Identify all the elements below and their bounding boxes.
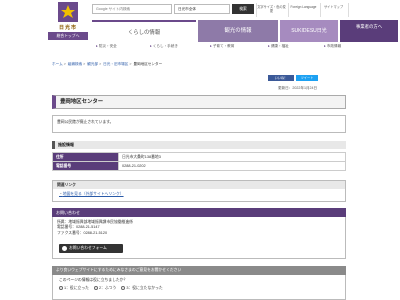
text-size-color-link[interactable]: 文字サイズ・色の変更: [256, 3, 286, 17]
sub-nav-procedures[interactable]: くらし・手続き: [150, 44, 178, 49]
sub-nav-policy[interactable]: 市政情報: [324, 44, 341, 49]
facility-heading: 施設情報: [52, 141, 346, 149]
notice-box: 豊岡公民館が廃止されています。: [52, 115, 346, 133]
breadcrumb-separator: >: [83, 62, 86, 66]
related-links: 関連リンク 地図を見る（外部サイトへリンク）: [52, 180, 346, 202]
sub-nav: 防災・安全 くらし・手続き 子育て・教育 健康・福祉 市政情報: [92, 42, 400, 52]
breadcrumb-org-search[interactable]: 組織検索: [68, 62, 82, 66]
utility-link-4[interactable]: [348, 3, 378, 17]
search-input[interactable]: [92, 4, 172, 14]
table-row: 電話番号 0288-21-0202: [52, 161, 346, 171]
breadcrumb-separator: >: [63, 62, 66, 66]
site-header: 日光市 総合トップへ 日光市全体 検索 文字サイズ・色の変更 Foreign L…: [0, 0, 400, 56]
option-label: 1：役に立った: [64, 286, 89, 290]
facility-table: 住所 日光市大桑町138番地3 電話番号 0288-21-0202: [52, 152, 346, 171]
breadcrumb-separator: >: [99, 62, 102, 66]
radio-icon[interactable]: [121, 286, 126, 290]
contact-heading: お問い合わせ: [52, 208, 346, 217]
survey-option-normal[interactable]: 2：ふつう: [93, 286, 117, 290]
contact-fax: ファクス番号：0288-21-5120: [57, 230, 108, 235]
updated-date: 更新日：2022年1月24日: [278, 86, 318, 90]
related-links-heading: 関連リンク: [53, 181, 345, 189]
sub-nav-education[interactable]: 子育て・教育: [210, 44, 235, 49]
survey-option-useful[interactable]: 1：役に立った: [59, 286, 89, 290]
search-button[interactable]: 検索: [232, 4, 254, 14]
home-link[interactable]: 総合トップへ: [48, 32, 88, 40]
nav-tourism[interactable]: 観光の情報: [198, 20, 278, 42]
phone-label: 電話番号: [52, 161, 119, 171]
nav-sukidesu[interactable]: SUKIDESU日光: [280, 20, 338, 42]
option-label: 3：役に立たなかった: [126, 286, 163, 290]
search-bar: 日光市全体 検索 文字サイズ・色の変更 Foreign Language サイト…: [92, 3, 400, 17]
city-name: 日光市: [58, 25, 77, 31]
address-value: 日光市大桑町138番地3: [118, 152, 346, 162]
search-scope-select[interactable]: 日光市全体: [174, 4, 230, 14]
phone-value: 0288-21-0202: [118, 161, 346, 171]
site-logo[interactable]: 日光市 総合トップへ: [48, 2, 88, 42]
sub-nav-safety[interactable]: 防災・安全: [96, 44, 117, 49]
breadcrumb-tourism-dept[interactable]: 観光部: [87, 62, 98, 66]
survey-box: このページの情報は役に立ちましたか？ 1：役に立った 2：ふつう 3：役に立たな…: [52, 275, 346, 300]
nav-business[interactable]: 事業者の方へ: [340, 20, 398, 42]
sub-nav-welfare[interactable]: 健康・福祉: [268, 44, 289, 49]
breadcrumb-current: 豊岡地区センター: [133, 62, 163, 66]
page-title: 豊岡地区センター: [52, 95, 346, 109]
survey-heading: より良いウェブサイトにするためにみなさまのご意見をお聞かせください: [52, 266, 346, 275]
contact-box: 所属：地域振興部地域振興課市民協働推進係 電話番号：0288-21-5147 フ…: [52, 217, 346, 259]
radio-icon[interactable]: [59, 286, 63, 290]
mail-icon: [62, 246, 67, 251]
breadcrumb-separator: >: [129, 62, 132, 66]
global-nav: くらしの情報 観光の情報 SUKIDESU日光 事業者の方へ 防災・安全 くらし…: [92, 20, 400, 54]
twitter-tweet-button[interactable]: ツイート: [296, 75, 318, 81]
breadcrumb-home[interactable]: ホーム: [52, 62, 63, 66]
breadcrumb: ホーム> 組織検索> 観光部> 日光・旧市場区> 豊岡地区センター: [52, 62, 352, 67]
address-label: 住所: [52, 152, 119, 162]
facebook-like-button[interactable]: いいね！: [268, 75, 294, 81]
survey-option-not-useful[interactable]: 3：役に立たなかった: [121, 286, 163, 290]
map-link[interactable]: 地図を見る（外部サイトへリンク）: [59, 192, 124, 197]
foreign-language-link[interactable]: Foreign Language: [288, 3, 318, 17]
survey-question: このページの情報は役に立ちましたか？: [59, 278, 128, 282]
table-row: 住所 日光市大桑町138番地3: [52, 152, 346, 162]
option-label: 2：ふつう: [98, 286, 117, 290]
breadcrumb-area[interactable]: 日光・旧市場区: [103, 62, 128, 66]
survey-options: 1：役に立った 2：ふつう 3：役に立たなかった: [59, 286, 339, 291]
nav-life[interactable]: くらしの情報: [92, 20, 196, 42]
radio-icon[interactable]: [93, 286, 98, 290]
contact-form-button[interactable]: お問い合わせフォーム: [59, 244, 123, 253]
sitemap-link[interactable]: サイトマップ: [320, 3, 346, 17]
city-crest-icon: [58, 2, 78, 22]
contact-form-label: お問い合わせフォーム: [69, 246, 107, 250]
